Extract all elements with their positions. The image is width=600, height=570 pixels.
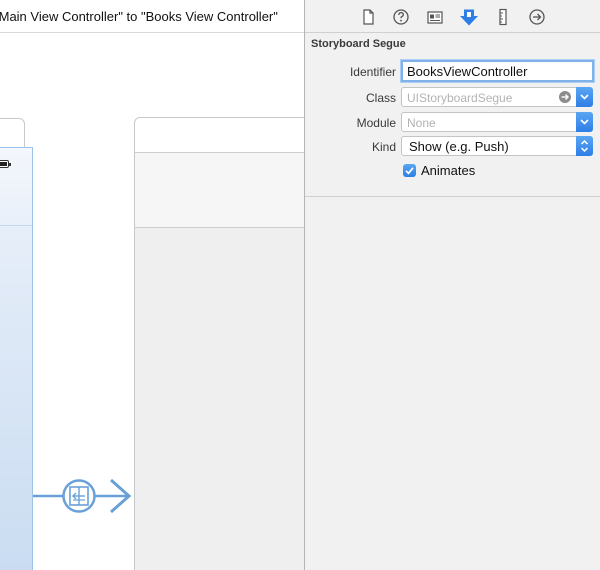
kind-label: Kind — [371, 140, 396, 154]
file-icon[interactable] — [358, 7, 378, 27]
connections-icon[interactable] — [527, 7, 547, 27]
segue-arrow[interactable] — [25, 475, 135, 519]
module-placeholder: None — [407, 116, 436, 130]
segue-show-icon[interactable] — [62, 479, 96, 513]
storyboard-canvas[interactable]: "Main View Controller" to "Books View Co… — [0, 0, 305, 570]
module-dropdown-button[interactable] — [576, 112, 593, 132]
chevron-down-icon — [580, 119, 589, 125]
help-icon[interactable] — [391, 7, 411, 27]
class-label: Class — [365, 91, 396, 105]
destination-navigation-bar — [135, 152, 305, 228]
attributes-inspector: Storyboard Segue Identifier Class UIStor… — [304, 0, 600, 570]
identifier-label: Identifier — [349, 65, 396, 79]
attributes-icon[interactable] — [459, 7, 479, 27]
up-down-chevron-icon — [580, 139, 589, 153]
animates-label: Animates — [421, 163, 476, 178]
kind-popup-button[interactable]: Show (e.g. Push) — [401, 136, 593, 156]
size-icon[interactable] — [493, 7, 513, 27]
class-placeholder: UIStoryboardSegue — [407, 91, 513, 105]
inspector-toolbar — [305, 0, 600, 33]
source-status-bar — [0, 148, 32, 226]
storyboard-segue-section: Storyboard Segue Identifier Class UIStor… — [305, 33, 600, 197]
class-dropdown-button[interactable] — [576, 87, 593, 107]
identifier-field[interactable] — [401, 60, 594, 82]
kind-stepper[interactable] — [576, 136, 593, 156]
animates-checkbox[interactable] — [403, 164, 416, 177]
battery-icon — [0, 160, 11, 168]
module-label: Module — [356, 116, 396, 130]
kind-value: Show (e.g. Push) — [409, 139, 509, 154]
segue-title-bar: "Main View Controller" to "Books View Co… — [0, 0, 305, 33]
destination-view — [135, 228, 305, 570]
section-title: Storyboard Segue — [311, 38, 406, 50]
go-to-class-icon[interactable] — [558, 90, 572, 104]
chevron-down-icon — [580, 94, 589, 100]
segue-title: "Main View Controller" to "Books View Co… — [0, 9, 278, 24]
module-combo-box[interactable]: None — [401, 112, 593, 132]
checkmark-icon — [405, 167, 414, 175]
identity-icon[interactable] — [425, 7, 445, 27]
class-combo-box[interactable]: UIStoryboardSegue — [401, 87, 593, 107]
